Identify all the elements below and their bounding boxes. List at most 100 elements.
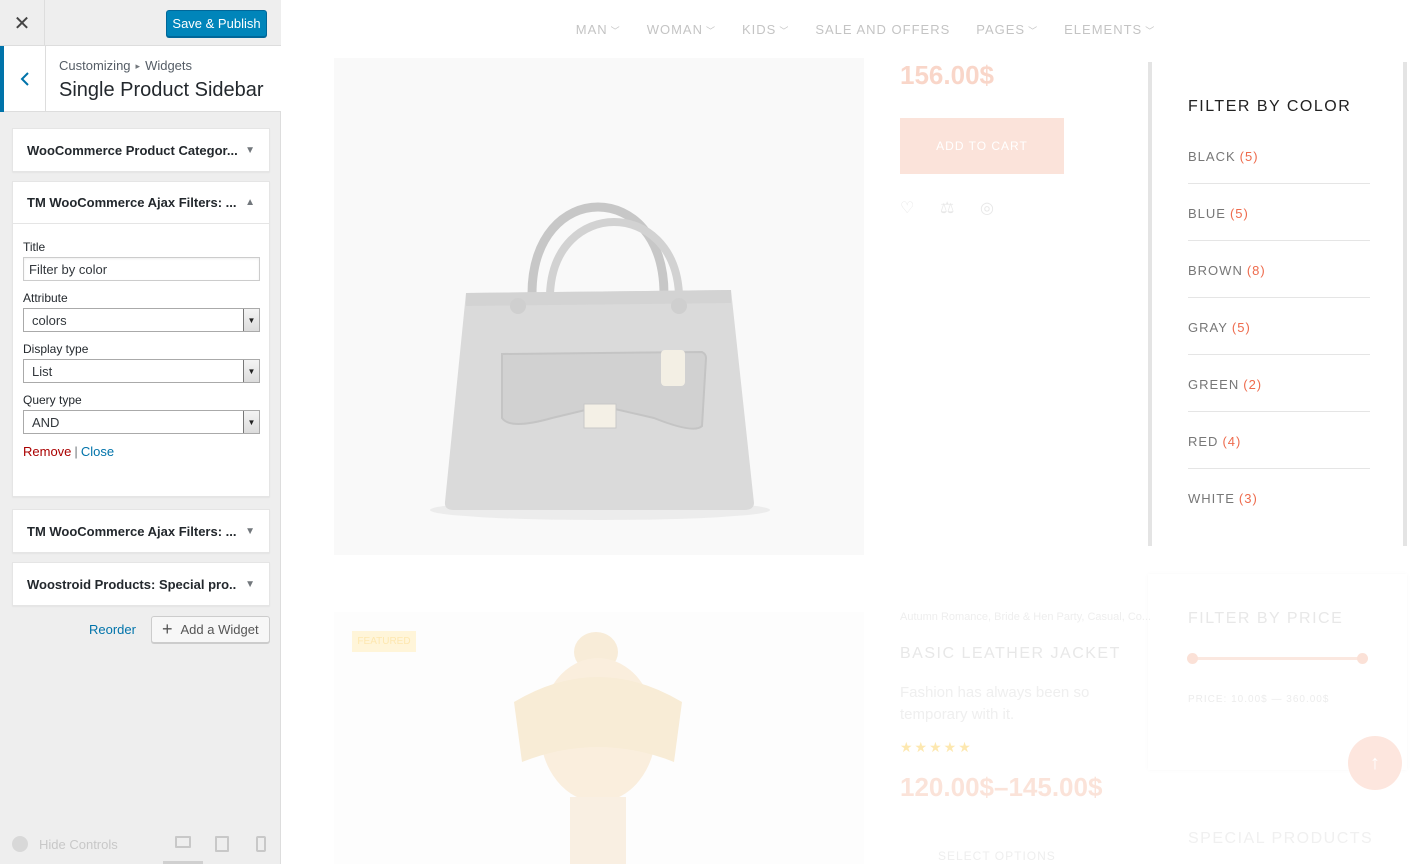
dropdown-arrow-icon[interactable]: ▼ xyxy=(243,360,259,382)
expand-arrow-icon[interactable]: ▼ xyxy=(245,526,255,537)
expand-arrow-icon[interactable]: ▼ xyxy=(245,145,255,156)
price-slider-track[interactable] xyxy=(1192,657,1362,660)
color-filter-item-green[interactable]: GREEN (2) xyxy=(1188,355,1370,412)
color-filter-label: BLACK (5) xyxy=(1188,149,1259,164)
desktop-preview-icon[interactable] xyxy=(175,836,191,848)
panel-header: Customizing ▸ Widgets Single Product Sideb… xyxy=(0,46,281,112)
widget-woostroid-products: Woostroid Products: Special pro... ▼ xyxy=(12,562,270,606)
chevron-down-icon: ﹀ xyxy=(779,25,790,36)
arrow-up-icon: ↑ xyxy=(1370,751,1380,774)
color-filter-item-black[interactable]: BLACK (5) xyxy=(1188,127,1370,184)
title-label: Title xyxy=(23,240,46,254)
close-widget-link[interactable]: Close xyxy=(81,444,114,459)
back-button[interactable] xyxy=(0,46,46,112)
add-to-cart-button[interactable]: ADD TO CART xyxy=(900,118,1064,174)
reorder-link[interactable]: Reorder xyxy=(89,622,136,637)
price-slider-max-handle[interactable] xyxy=(1357,653,1368,664)
chevron-down-icon: ﹀ xyxy=(705,25,716,36)
color-name: BLUE xyxy=(1188,206,1226,221)
product-description: Fashion has always been so temporary wit… xyxy=(900,684,1090,723)
breadcrumb-section: Widgets xyxy=(145,58,193,73)
color-count: (2) xyxy=(1243,377,1263,392)
filter-price-title: FILTER BY PRICE xyxy=(1188,610,1344,627)
color-name: GRAY xyxy=(1188,320,1228,335)
featured-badge: FEATURED xyxy=(352,631,416,652)
color-name: WHITE xyxy=(1188,491,1235,506)
color-filter-item-red[interactable]: RED (4) xyxy=(1188,412,1370,469)
color-name: RED xyxy=(1188,434,1219,449)
widget-product-categories: WooCommerce Product Categor... ▼ xyxy=(12,128,270,172)
add-widget-label: Add a Widget xyxy=(180,622,259,637)
breadcrumb-separator-icon: ▸ xyxy=(135,61,141,71)
product-name[interactable]: BASIC LEATHER JACKET xyxy=(900,645,1121,663)
color-filter-label: BROWN (8) xyxy=(1188,263,1266,278)
breadcrumb-root: Customizing xyxy=(59,58,131,73)
nav-item-pages[interactable]: PAGES ﹀ xyxy=(976,22,1038,37)
collapse-arrow-icon[interactable]: ▲ xyxy=(245,197,255,208)
chevron-down-icon: ﹀ xyxy=(1145,25,1156,36)
product-price-range: 120.00$–145.00$ xyxy=(900,772,1103,802)
color-filter-label: GREEN (2) xyxy=(1188,377,1262,392)
widget-header[interactable]: WooCommerce Product Categor... ▼ xyxy=(13,129,269,171)
color-filter-label: BLUE (5) xyxy=(1188,206,1249,221)
query-type-label: Query type xyxy=(23,393,82,407)
dropdown-arrow-icon[interactable]: ▼ xyxy=(243,411,259,433)
filter-color-title: FILTER BY COLOR xyxy=(1188,98,1352,115)
widget-header[interactable]: TM WooCommerce Ajax Filters: ... ▲ xyxy=(13,182,269,224)
widget-title: WooCommerce Product Categor... xyxy=(27,142,237,158)
color-filter-label: RED (4) xyxy=(1188,434,1241,449)
color-count: (5) xyxy=(1229,206,1249,221)
color-count: (5) xyxy=(1231,320,1251,335)
color-filter-item-white[interactable]: WHITE (3) xyxy=(1188,469,1370,526)
widget-title-main: Woostroid Products: xyxy=(27,576,156,592)
widget-header[interactable]: Woostroid Products: Special pro... ▼ xyxy=(13,563,269,605)
expand-arrow-icon[interactable]: ▼ xyxy=(245,579,255,590)
customizer-sidebar: ✕ Save & Publish Customizing ▸ Widgets Sin… xyxy=(0,0,281,864)
attribute-select[interactable]: colors ▼ xyxy=(23,308,260,332)
chevron-left-icon xyxy=(20,72,29,86)
panel-title: Single Product Sidebar xyxy=(59,79,264,101)
color-filter-item-gray[interactable]: GRAY (5) xyxy=(1188,298,1370,355)
price-slider-min-handle[interactable] xyxy=(1187,653,1198,664)
color-filter-item-brown[interactable]: BROWN (8) xyxy=(1188,241,1370,298)
price-range-text: PRICE: 10.00$ — 360.00$ xyxy=(1188,694,1330,705)
product-price: 156.00$ xyxy=(900,60,994,90)
close-customizer-button[interactable]: ✕ xyxy=(0,0,45,46)
color-filter-item-blue[interactable]: BLUE (5) xyxy=(1188,184,1370,241)
quick-view-eye-icon[interactable]: ◎ xyxy=(980,198,998,217)
add-widget-button[interactable]: + Add a Widget xyxy=(151,616,270,643)
compare-icon[interactable]: ⚖ xyxy=(940,198,958,217)
select-options-button[interactable]: SELECT OPTIONS xyxy=(938,849,1056,863)
tablet-preview-icon[interactable] xyxy=(215,836,229,852)
display-type-select[interactable]: List ▼ xyxy=(23,359,260,383)
scroll-to-top-button[interactable]: ↑ xyxy=(1348,736,1402,790)
nav-item-man[interactable]: MAN ﹀ xyxy=(576,22,621,37)
widget-title: TM WooCommerce Ajax Filters: ... xyxy=(27,523,237,539)
query-type-select[interactable]: AND ▼ xyxy=(23,410,260,434)
nav-item-woman[interactable]: WOMAN ﹀ xyxy=(647,22,716,37)
save-publish-button[interactable]: Save & Publish xyxy=(166,10,267,37)
title-input[interactable] xyxy=(23,257,260,281)
nav-item-kids[interactable]: KIDS ﹀ xyxy=(742,22,789,37)
widget-ajax-filters-color: TM WooCommerce Ajax Filters: ... ▲ Title… xyxy=(12,181,270,497)
handbag-image xyxy=(430,202,770,520)
widget-ajax-filters-2: TM WooCommerce Ajax Filters: ... ▼ xyxy=(12,509,270,553)
attribute-value: colors xyxy=(32,312,67,328)
widget-header[interactable]: TM WooCommerce Ajax Filters: ... ▼ xyxy=(13,510,269,552)
filter-by-color-widget: FILTER BY COLOR BLACK (5) BLUE (5) BROWN (8) G… xyxy=(1148,62,1407,546)
hide-controls-button[interactable]: Hide Controls xyxy=(12,836,118,852)
nav-item-sale[interactable]: SALE AND OFFERS xyxy=(815,22,950,37)
remove-widget-link[interactable]: Remove xyxy=(23,444,71,459)
color-name: GREEN xyxy=(1188,377,1240,392)
widget-title: Woostroid Products: Special pro... xyxy=(27,577,237,592)
customizer-header: ✕ Save & Publish xyxy=(0,0,281,46)
action-separator: | xyxy=(74,444,78,459)
rating-stars-icon: ★★★★★ xyxy=(900,739,973,755)
hide-controls-label: Hide Controls xyxy=(39,836,118,852)
dropdown-arrow-icon[interactable]: ▼ xyxy=(243,309,259,331)
nav-item-elements[interactable]: ELEMENTS ﹀ xyxy=(1064,22,1155,37)
product-image-handbag[interactable] xyxy=(334,58,864,555)
widget-title-sub: Special pro... xyxy=(158,576,237,592)
mobile-preview-icon[interactable] xyxy=(256,836,266,852)
wishlist-heart-icon[interactable]: ♡ xyxy=(900,198,918,217)
